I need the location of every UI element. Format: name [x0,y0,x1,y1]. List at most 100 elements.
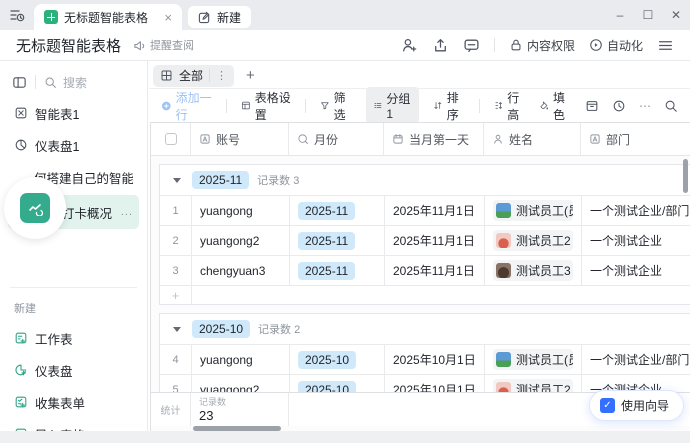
window-bottom-strip [0,431,690,443]
person-chip: 测试员工(员工... [493,349,573,370]
person-name: 测试员工3 [516,264,571,278]
add-row-button[interactable]: 添加一行 [161,89,212,123]
group-badge: 2025-11 [192,171,250,189]
sidebar-item-checkin-overview[interactable]: 打卡概况 ... [4,177,139,239]
column-header-dept[interactable]: 部门 [581,123,690,155]
close-button[interactable]: ✕ [662,0,690,30]
data-table: 账号 月份 当月第一天 姓名 部门 2025-11 记录数 3 1 yuango… [150,122,690,431]
sidebar-item-label: 仪表盘1 [35,139,80,154]
collapse-triangle-icon[interactable] [173,177,181,183]
sidebar-item-dashboard1[interactable]: 仪表盘1 [8,131,139,159]
cell-dept[interactable]: 一个测试企业/部门1 [582,196,690,225]
menu-icon[interactable] [657,37,674,54]
minimize-button[interactable]: – [606,0,634,30]
divider [493,38,495,52]
group-header[interactable]: 2025-11 记录数 3 [160,165,690,195]
column-header-name[interactable]: 姓名 [484,123,581,155]
share-icon[interactable] [432,37,449,54]
divider [478,98,480,113]
panel-toggle-icon[interactable] [12,75,27,90]
sidebar-new-dashboard[interactable]: 仪表盘 [8,356,139,384]
select-all-cell[interactable] [151,123,191,155]
group-add-row-button[interactable]: + [160,285,690,304]
cell-first-day[interactable]: 2025年11月1日 [385,256,485,285]
comment-icon[interactable] [463,37,480,54]
automation-button[interactable]: 自动化 [589,37,643,54]
cell-name[interactable]: 测试员工2 [485,226,582,255]
column-header-first-day[interactable]: 当月第一天 [384,123,484,155]
collapse-triangle-icon[interactable] [173,326,181,332]
lookup-field-icon [298,134,308,144]
search-table-icon[interactable] [664,99,678,113]
cell-name[interactable]: 测试员工(员工... [485,345,582,374]
filter-button[interactable]: 筛选 [320,89,352,123]
cell-account[interactable]: yuangong [192,345,290,374]
maximize-button[interactable]: ☐ [634,0,662,30]
sort-button[interactable]: 排序 [433,89,465,123]
column-header-account[interactable]: 账号 [191,123,289,155]
play-circle-icon [590,39,602,51]
cell-month[interactable]: 2025-11 [290,196,385,225]
remind-review-button[interactable]: 提醒查阅 [133,37,194,53]
recent-docs-button[interactable] [0,0,34,30]
add-view-button[interactable]: + [246,67,255,84]
vertical-scrollbar[interactable] [683,159,688,193]
usage-guide-button[interactable]: ✓ 使用向导 [588,390,684,421]
cell-month[interactable]: 2025-10 [290,345,385,374]
sort-icon [434,102,442,109]
view-kebab-icon[interactable]: ⋮ [209,69,227,82]
cell-month[interactable]: 2025-11 [290,256,385,285]
cell-first-day[interactable]: 2025年10月1日 [385,345,485,374]
stats-record-count[interactable]: 记录数 23 [191,393,289,426]
cell-name[interactable]: 测试员工(员工... [485,196,582,225]
smart-table-icon [15,107,27,119]
cell-account[interactable]: chengyuan3 [192,256,290,285]
table-row[interactable]: 1 yuangong 2025-11 2025年11月1日 测试员工(员工...… [160,195,690,225]
row-number: 3 [160,256,192,285]
cell-first-day[interactable]: 2025年11月1日 [385,226,485,255]
cell-account[interactable]: yuangong2 [192,226,290,255]
cell-dept[interactable]: 一个测试企业/部门1 [582,345,690,374]
checkbox[interactable] [164,133,177,145]
cell-month[interactable]: 2025-11 [290,226,385,255]
fill-color-icon [540,101,549,110]
divider [10,287,137,288]
avatar [496,203,511,218]
toolbar-more-icon[interactable]: ⋯ [639,99,651,113]
group-header[interactable]: 2025-10 记录数 2 [160,314,690,344]
sidebar-item-smart-table[interactable]: 智能表1 [8,99,139,127]
row-height-button[interactable]: 行高 [494,89,526,123]
search-input[interactable]: 搜索 [44,74,87,91]
cell-first-day[interactable]: 2025年11月1日 [385,196,485,225]
table-row[interactable]: 2 yuangong2 2025-11 2025年11月1日 测试员工2 一个测… [160,225,690,255]
archive-icon[interactable] [585,99,599,113]
cell-account[interactable]: yuangong [192,196,290,225]
tab-new[interactable]: 新建 [188,6,252,28]
view-tab-label: 全部 [179,69,204,83]
view-tab-all[interactable]: 全部 ⋮ [153,64,235,87]
cell-dept[interactable]: 一个测试企业 [582,226,690,255]
history-icon[interactable] [612,99,626,113]
pie-chart-icon [15,139,27,151]
text-field-icon [590,134,600,144]
content-permission-button[interactable]: 内容权限 [509,37,575,54]
sidebar-new-worksheet[interactable]: 工作表 [8,324,139,352]
fill-color-button[interactable]: 填色 [539,89,571,123]
column-header-month[interactable]: 月份 [289,123,384,155]
table-row[interactable]: 3 chengyuan3 2025-11 2025年11月1日 测试员工3 一个… [160,255,690,285]
tab-close-icon[interactable]: × [164,11,172,24]
tab-smart-sheet[interactable]: 无标题智能表格 × [34,4,182,30]
more-icon[interactable]: ... [121,206,133,218]
sidebar-new-form[interactable]: 收集表单 [8,388,139,416]
table-row[interactable]: 4 yuangong 2025-10 2025年10月1日 测试员工(员工...… [160,344,690,374]
sidebar-item-label: 打卡概况 [62,206,113,221]
cell-name[interactable]: 测试员工3 [485,256,582,285]
window-tab-bar: 无标题智能表格 × 新建 – ☐ ✕ [0,0,690,30]
sidebar-item-label: 智能表1 [35,107,80,122]
table-settings-button[interactable]: 表格设置 [241,89,291,123]
person-name: 测试员工(员工... [516,204,573,218]
document-title-bar: 无标题智能表格 提醒查阅 内容权限 自动化 [0,30,690,61]
group-button[interactable]: 分组 1 [365,87,420,124]
cell-dept[interactable]: 一个测试企业 [582,256,690,285]
add-collaborator-icon[interactable] [401,37,418,54]
